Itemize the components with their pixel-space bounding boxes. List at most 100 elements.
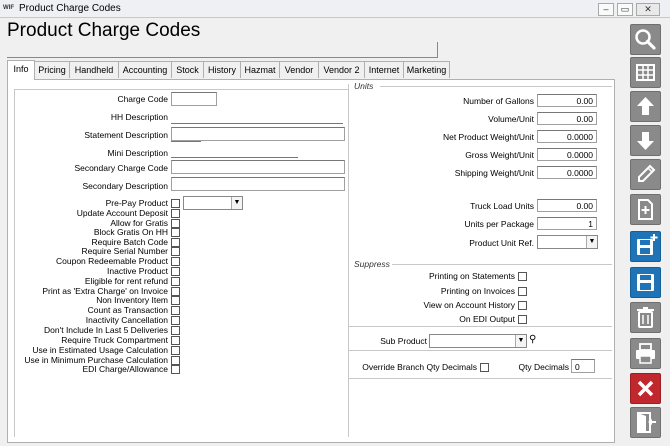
checkbox[interactable] xyxy=(171,296,180,305)
statement-description-input[interactable] xyxy=(171,127,345,141)
checkbox[interactable] xyxy=(171,277,180,286)
checkbox-label: Don't Include In Last 5 Deliveries xyxy=(44,325,168,335)
gross-weight-input[interactable]: 0.0000 xyxy=(537,148,597,161)
grid-view-button[interactable] xyxy=(630,57,661,88)
secondary-charge-code-box[interactable] xyxy=(171,160,345,174)
sub-product-label: Sub Product xyxy=(380,336,427,346)
truck-load-units-input[interactable]: 0.00 xyxy=(537,199,597,212)
qty-decimals-stepper[interactable]: 0 xyxy=(571,359,595,373)
number-of-gallons-input[interactable]: 0.00 xyxy=(537,94,597,107)
restore-icon[interactable]: ▭ xyxy=(617,3,633,16)
checkbox[interactable] xyxy=(171,267,180,276)
checkbox[interactable] xyxy=(171,346,180,355)
trash-icon xyxy=(637,307,654,328)
checkbox[interactable] xyxy=(518,287,527,296)
secondary-charge-code-input[interactable] xyxy=(171,157,298,158)
arrow-down-icon xyxy=(637,132,654,150)
tab-internet[interactable]: Internet xyxy=(364,61,404,78)
binoculars-icon[interactable]: ⚲ xyxy=(529,334,541,346)
exit-button[interactable] xyxy=(630,407,661,438)
checkbox[interactable] xyxy=(171,287,180,296)
suppress-group-label: Suppress xyxy=(354,259,392,269)
save-button[interactable] xyxy=(630,267,661,298)
print-icon xyxy=(636,343,655,364)
product-unit-ref-select[interactable]: ▼ xyxy=(537,235,598,249)
checkbox[interactable] xyxy=(171,247,180,256)
pencil-icon xyxy=(638,164,656,182)
tab-pricing[interactable]: Pricing xyxy=(34,61,70,78)
minimize-icon[interactable]: – xyxy=(598,3,614,16)
tab-info[interactable]: Info xyxy=(7,60,35,80)
page-title: Product Charge Codes xyxy=(7,20,201,41)
charge-code-label: Charge Code xyxy=(117,94,168,104)
window-titlebar: WIF Product Charge Codes – ▭ ✕ xyxy=(0,0,670,18)
tab-handheld[interactable]: Handheld xyxy=(69,61,119,78)
grid-icon xyxy=(636,64,655,81)
hh-description-input[interactable] xyxy=(171,123,343,124)
product-unit-ref-label: Product Unit Ref. xyxy=(469,238,534,248)
net-weight-input[interactable]: 0.0000 xyxy=(537,130,597,143)
suppress-label: Printing on Statements xyxy=(429,271,515,281)
secondary-description-input[interactable] xyxy=(171,177,345,191)
pre-pay-product-select[interactable]: ▼ xyxy=(183,196,243,210)
edit-button[interactable] xyxy=(630,159,661,190)
search-icon xyxy=(635,29,656,50)
divider xyxy=(349,378,612,379)
chevron-down-icon[interactable]: ▼ xyxy=(231,197,242,209)
checkbox[interactable] xyxy=(518,301,527,310)
hh-description-label: HH Description xyxy=(110,112,168,122)
checkbox-label: Inactivity Cancellation xyxy=(85,315,168,325)
checkbox[interactable] xyxy=(171,316,180,325)
tab-marketing[interactable]: Marketing xyxy=(403,61,450,78)
tab-history[interactable]: History xyxy=(203,61,241,78)
tab-vendor[interactable]: Vendor xyxy=(279,61,319,78)
checkbox[interactable] xyxy=(171,365,180,374)
new-button[interactable] xyxy=(630,194,661,225)
tab-stock[interactable]: Stock xyxy=(171,61,204,78)
checkbox[interactable] xyxy=(171,336,180,345)
net-weight-label: Net Product Weight/Unit xyxy=(442,132,534,142)
search-button[interactable] xyxy=(630,24,661,55)
checkbox[interactable] xyxy=(171,199,180,208)
tab-accounting[interactable]: Accounting xyxy=(118,61,172,78)
secondary-charge-code-label: Secondary Charge Code xyxy=(74,163,168,173)
chevron-down-icon[interactable]: ▼ xyxy=(586,236,597,248)
move-up-button[interactable] xyxy=(630,91,661,122)
checkbox-label: EDI Charge/Allowance xyxy=(82,364,168,374)
shipping-weight-input[interactable]: 0.0000 xyxy=(537,166,597,179)
mini-description-input[interactable] xyxy=(171,141,201,142)
checkbox[interactable] xyxy=(171,238,180,247)
units-per-package-input[interactable]: 1 xyxy=(537,217,597,230)
chevron-down-icon[interactable]: ▼ xyxy=(515,335,526,347)
close-icon[interactable]: ✕ xyxy=(636,3,660,16)
checkbox[interactable] xyxy=(171,306,180,315)
checkbox[interactable] xyxy=(171,228,180,237)
delete-button[interactable] xyxy=(630,302,661,333)
volume-unit-input[interactable]: 0.00 xyxy=(537,112,597,125)
checkbox[interactable] xyxy=(518,272,527,281)
left-group-left-border xyxy=(14,89,15,437)
move-down-button[interactable] xyxy=(630,125,661,156)
sub-product-select[interactable]: ▼ xyxy=(429,334,527,348)
charge-code-input[interactable] xyxy=(171,92,217,106)
statement-description-label: Statement Description xyxy=(84,130,168,140)
checkbox[interactable] xyxy=(171,219,180,228)
checkbox[interactable] xyxy=(171,257,180,266)
checkbox[interactable] xyxy=(518,315,527,324)
checkbox-label: Eligible for rent refund xyxy=(84,276,168,286)
cancel-button[interactable] xyxy=(630,373,661,404)
column-divider xyxy=(348,84,349,437)
checkbox-label: Update Account Deposit xyxy=(76,208,168,218)
checkbox[interactable] xyxy=(480,363,489,372)
close-x-icon xyxy=(637,380,654,397)
suppress-label: View on Account History xyxy=(423,300,516,310)
checkbox-label: Use in Estimated Usage Calculation xyxy=(32,345,168,355)
tab-vendor-2[interactable]: Vendor 2 xyxy=(318,61,365,78)
checkbox[interactable] xyxy=(171,209,180,218)
checkbox[interactable] xyxy=(171,326,180,335)
checkbox-label: Block Gratis On HH xyxy=(93,227,168,237)
tab-hazmat[interactable]: Hazmat xyxy=(240,61,280,78)
checkbox[interactable] xyxy=(171,356,180,365)
print-button[interactable] xyxy=(630,338,661,369)
save-and-new-button[interactable] xyxy=(630,231,661,262)
